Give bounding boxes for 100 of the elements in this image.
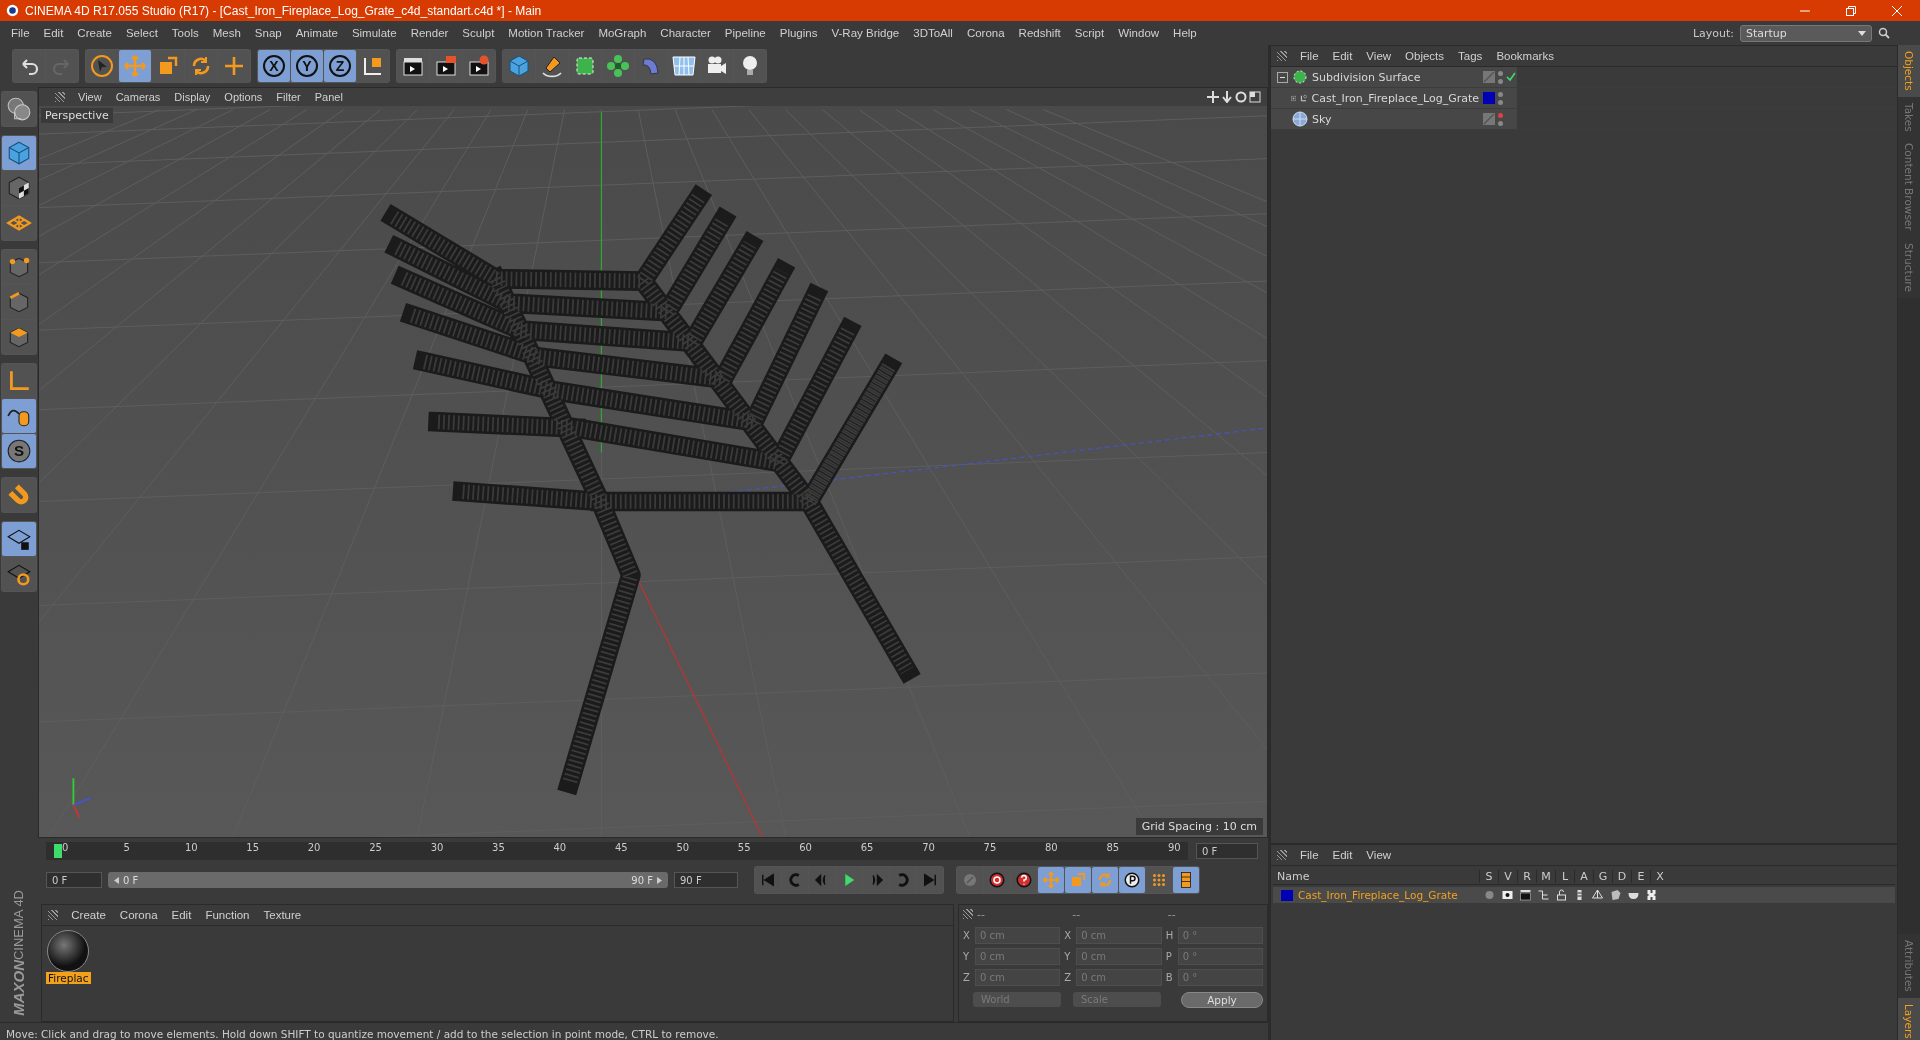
search-icon[interactable] [1878,27,1890,39]
column-header[interactable]: M [1536,869,1555,883]
material-name[interactable]: Fireplac [46,972,91,984]
object-menu-item[interactable]: File [1293,50,1326,62]
menu-item[interactable]: Motion Tracker [501,27,592,39]
menu-item[interactable]: Select [118,27,165,39]
column-header[interactable]: G [1593,869,1612,883]
menu-item[interactable]: Redshift [1011,27,1068,39]
shield-icon[interactable] [1609,889,1622,901]
object-menu-item[interactable]: Edit [1325,50,1360,62]
visibility-dots[interactable] [1498,70,1503,84]
menu-item[interactable]: Script [1067,27,1112,39]
panel-grip-icon[interactable] [48,910,59,920]
menu-item[interactable]: MoGraph [591,27,654,39]
right-handle-icon[interactable] [657,876,662,884]
frame-tick-label: 45 [614,842,629,855]
column-header[interactable]: V [1498,869,1517,883]
side-tab[interactable]: Objects [1898,45,1920,97]
puzzle-icon[interactable] [1645,889,1658,901]
object-name[interactable]: Sky [1312,112,1332,126]
column-header[interactable]: X [1650,869,1669,883]
viewport-menu-item[interactable]: View [71,91,109,103]
visibility-dots[interactable] [1498,112,1503,126]
move-view-icon[interactable] [1207,91,1219,103]
object-menu-item[interactable]: Bookmarks [1489,50,1561,62]
menu-item[interactable]: Plugins [772,27,825,39]
column-header[interactable]: E [1631,869,1650,883]
menu-item[interactable]: Character [653,27,718,39]
menu-item[interactable]: Window [1111,27,1167,39]
start-frame-field[interactable]: 0 F [46,872,102,888]
visibility-dots[interactable] [1498,91,1503,105]
viewport-menu-item[interactable]: Cameras [108,91,168,103]
menu-item[interactable]: Animate [288,27,345,39]
panel-grip-icon[interactable] [963,909,973,919]
material-preview-sphere[interactable] [47,930,90,972]
layer-menu-item[interactable]: Edit [1325,849,1360,861]
viewport-menu-item[interactable]: Filter [269,91,308,103]
viewport-menu-item[interactable]: Display [167,91,218,103]
menu-item[interactable]: Tools [164,27,206,39]
layer-menu-item[interactable]: File [1293,849,1326,861]
check-icon[interactable] [1506,72,1516,82]
hierarchy-icon[interactable] [1537,889,1550,901]
viewport-menu-item[interactable]: Options [217,91,270,103]
menu-item[interactable]: Snap [247,27,289,39]
solo-dot-icon[interactable] [1483,889,1496,901]
column-header[interactable]: D [1612,869,1631,883]
skip-end-icon [921,871,939,889]
material-menu-item[interactable]: Edit [164,909,199,921]
question-circle-icon [1015,871,1033,889]
material-menu-item[interactable]: Corona [112,909,165,921]
layout-dropdown[interactable]: Startup [1740,24,1872,42]
menu-item[interactable]: Simulate [344,27,404,39]
column-header[interactable]: R [1517,869,1536,883]
object-menu-item[interactable]: Objects [1398,50,1452,62]
unlocked-padlock-icon[interactable] [1555,889,1568,901]
side-tab[interactable]: Layers [1898,998,1920,1040]
menu-item[interactable]: File [4,27,37,39]
viewport-menu-item[interactable]: Panel [307,91,350,103]
panel-grip-icon[interactable] [1277,850,1287,860]
menu-item[interactable]: 3DToAll [906,27,960,39]
clapperboard-icon[interactable] [1519,889,1532,901]
pyramid-icon[interactable] [1591,889,1604,901]
column-header[interactable]: Name [1273,869,1479,883]
maximize-view-icon[interactable] [1249,91,1261,103]
collapse-toggle[interactable] [1277,71,1288,83]
menu-item[interactable]: Mesh [205,27,248,39]
menu-item[interactable]: Sculpt [455,27,502,39]
grid-lock-button[interactable] [2,522,36,556]
column-header[interactable]: S [1479,869,1498,883]
mouse-button[interactable] [2,399,36,433]
column-header[interactable]: L [1555,869,1574,883]
layer-color-swatch[interactable] [1281,889,1293,901]
menu-item[interactable]: Corona [959,27,1012,39]
menu-item[interactable]: Pipeline [717,27,773,39]
film-strip-button[interactable] [1173,867,1199,893]
current-frame-field[interactable]: 0 F [1196,843,1258,859]
menu-item[interactable]: Create [70,27,119,39]
panel-grip-icon[interactable] [55,92,65,102]
menu-item[interactable]: Render [403,27,456,39]
timeline-ruler[interactable]: 0 5 10 15 20 25 30 35 40 45 50 55 60 65 70 75 80 85 90 [46,842,1188,860]
eye-icon[interactable] [1501,889,1514,901]
menu-item[interactable]: V-Ray Bridge [824,27,907,39]
end-frame-field[interactable]: 90 F [674,872,738,888]
rotate-view-icon[interactable] [1235,91,1247,103]
panel-grip-icon[interactable] [1277,51,1287,61]
frame-range-slider[interactable]: 0 F 90 F [108,872,668,888]
column-header[interactable]: A [1574,869,1593,883]
object-menu-item[interactable]: View [1359,50,1399,62]
zoom-view-icon[interactable] [1221,91,1233,103]
material-menu-item[interactable]: Texture [256,909,309,921]
frame-tick-label: 50 [676,842,691,855]
material-menu-item[interactable]: Create [64,909,113,921]
p-circle-button[interactable] [1119,867,1145,893]
object-menu-item[interactable]: Tags [1451,50,1490,62]
frame-tick-label: 10 [184,842,199,855]
left-handle-icon[interactable] [114,876,119,884]
menu-item[interactable]: Help [1166,27,1204,39]
layer-menu-item[interactable]: View [1359,849,1399,861]
material-menu-item[interactable]: Function [198,909,257,921]
menu-item[interactable]: Edit [36,27,71,39]
